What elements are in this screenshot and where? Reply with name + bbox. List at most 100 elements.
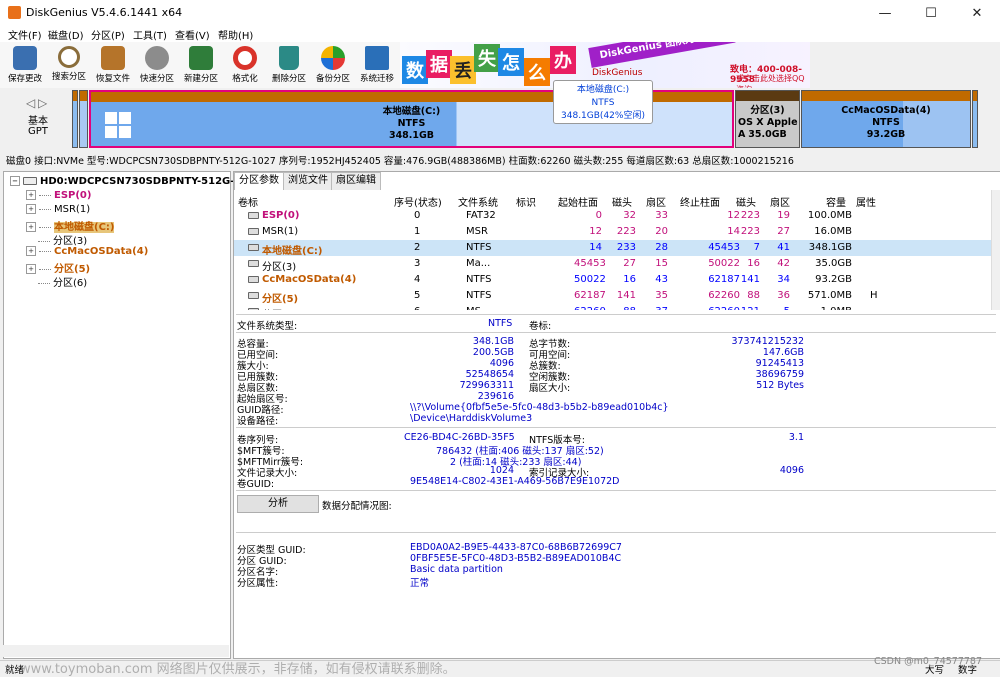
ntfs-version-value: 3.1 bbox=[788, 432, 804, 443]
expand-icon[interactable]: + bbox=[26, 222, 36, 232]
allocation-map-label: 数据分配情况图: bbox=[322, 501, 392, 512]
partition-icon bbox=[248, 260, 259, 267]
tree-item-6[interactable]: 分区(6) bbox=[38, 274, 87, 289]
analyze-button[interactable]: 分析 bbox=[237, 495, 319, 513]
col-capacity[interactable]: 容量 bbox=[826, 194, 846, 209]
prev-disk-icon[interactable]: ◁ bbox=[26, 96, 35, 110]
search-partition-button[interactable]: 搜索分区 bbox=[49, 44, 89, 86]
partition-block-4[interactable]: CcMacOSData(4) NTFS 93.2GB bbox=[801, 90, 971, 148]
table-cell: NTFS bbox=[466, 290, 492, 301]
banner-qq-link[interactable]: 或点击此处选择QQ咨询 bbox=[736, 73, 810, 88]
table-cell: 14 bbox=[589, 242, 602, 253]
menu-file[interactable]: 文件(F) bbox=[8, 27, 42, 42]
new-partition-button[interactable]: 新建分区 bbox=[181, 44, 221, 86]
partition-block-3[interactable]: 分区(3) OS X Apple A 35.0GB bbox=[735, 90, 800, 148]
partition-tooltip: 本地磁盘(C:) NTFS 348.1GB(42%空闲) bbox=[553, 80, 653, 124]
expand-icon[interactable]: + bbox=[26, 190, 36, 200]
next-disk-icon[interactable]: ▷ bbox=[38, 96, 47, 110]
tree-item-3[interactable]: 分区(3) bbox=[38, 232, 87, 247]
fs-type-value: NTFS bbox=[488, 318, 513, 329]
close-button[interactable]: ✕ bbox=[954, 0, 1000, 26]
system-migrate-button[interactable]: 系统迁移 bbox=[357, 44, 397, 86]
partition-name-value: Basic data partition bbox=[410, 564, 503, 575]
table-cell: 15 bbox=[655, 258, 668, 269]
expand-icon[interactable]: + bbox=[26, 246, 36, 256]
col-end-sector[interactable]: 扇区 bbox=[770, 194, 790, 209]
device-path-label: 设备路径: bbox=[237, 416, 279, 427]
format-button[interactable]: 格式化 bbox=[225, 44, 265, 86]
table-vertical-scrollbar[interactable] bbox=[991, 190, 1000, 310]
table-cell: ESP(0) bbox=[262, 210, 300, 221]
col-index[interactable]: 序号(状态) bbox=[394, 194, 442, 209]
menu-bar: 文件(F) 磁盘(D) 分区(P) 工具(T) 查看(V) 帮助(H) bbox=[0, 26, 1000, 42]
table-row[interactable]: CcMacOSData(4) 4 NTFS 50022 16 43 62187 141 34 93… bbox=[234, 272, 991, 288]
tab-browse-files[interactable]: 浏览文件 bbox=[283, 172, 333, 190]
index-size-value: 4096 bbox=[779, 465, 804, 476]
banner-char: 据 bbox=[426, 50, 452, 78]
table-cell: 41 bbox=[777, 242, 790, 253]
table-row[interactable]: MSR(1) 1 MSR 12 223 20 14 223 27 16.0MB bbox=[234, 224, 991, 240]
partition-block-5[interactable] bbox=[972, 90, 978, 148]
tree-horizontal-scrollbar[interactable] bbox=[3, 645, 229, 657]
tree-item-4[interactable]: + CcMacOSData(4) bbox=[26, 246, 148, 257]
toolbar: 保存更改 搜索分区 恢复文件 快速分区 新建分区 格式化 删除分区 备份分区 系… bbox=[0, 42, 400, 88]
total-clusters-value: 91245413 bbox=[755, 358, 804, 369]
col-fs[interactable]: 文件系统 bbox=[458, 194, 498, 209]
backup-partition-button[interactable]: 备份分区 bbox=[313, 44, 353, 86]
maximize-button[interactable]: ☐ bbox=[908, 0, 954, 26]
partition-4-fs: NTFS bbox=[872, 117, 900, 128]
tab-sector-edit[interactable]: 扇区编辑 bbox=[331, 172, 381, 190]
tree-item-esp[interactable]: + ESP(0) bbox=[26, 190, 91, 201]
table-row[interactable]: 分区(6)6MS...6226088376226012151.0MB bbox=[234, 304, 991, 310]
menu-view[interactable]: 查看(V) bbox=[175, 27, 210, 42]
tree-item-msr[interactable]: + MSR(1) bbox=[26, 204, 90, 215]
banner-char: 办 bbox=[550, 46, 576, 74]
collapse-icon[interactable]: − bbox=[10, 176, 20, 186]
expand-icon[interactable]: + bbox=[26, 264, 36, 274]
device-path-value: \Device\HarddiskVolume3 bbox=[410, 413, 533, 424]
tree-item-5[interactable]: + 分区(5) bbox=[26, 260, 90, 275]
tree-item-c[interactable]: + 本地磁盘(C:) bbox=[26, 218, 115, 233]
col-volume[interactable]: 卷标 bbox=[238, 194, 258, 209]
table-cell: 3 bbox=[414, 258, 421, 269]
delete-partition-button[interactable]: 删除分区 bbox=[269, 44, 309, 86]
table-cell: 62260 bbox=[708, 290, 740, 301]
details-panel: 分区参数 浏览文件 扇区编辑 卷标 序号(状态) 文件系统 标识 起始柱面 磁头… bbox=[233, 171, 1000, 659]
partition-4-name: CcMacOSData(4) bbox=[841, 105, 931, 116]
csdn-watermark: CSDN @m0_74577787 bbox=[874, 656, 983, 667]
table-cell: 35 bbox=[655, 290, 668, 301]
table-cell: 16.0MB bbox=[814, 226, 852, 237]
table-row[interactable]: 分区(3) 3 Ma... 45453 27 15 50022 16 42 35.0GB bbox=[234, 256, 991, 273]
col-head[interactable]: 磁头 bbox=[612, 194, 632, 209]
menu-disk[interactable]: 磁盘(D) bbox=[48, 27, 84, 42]
col-sector[interactable]: 扇区 bbox=[646, 194, 666, 209]
col-end-head[interactable]: 磁头 bbox=[736, 194, 756, 209]
partition-block-esp[interactable] bbox=[72, 90, 78, 148]
table-cell: 37 bbox=[646, 306, 668, 310]
banner-char: 数 bbox=[402, 56, 428, 84]
menu-help[interactable]: 帮助(H) bbox=[218, 27, 253, 42]
save-changes-button[interactable]: 保存更改 bbox=[5, 44, 45, 86]
col-start-cyl[interactable]: 起始柱面 bbox=[558, 194, 598, 209]
guid-path-value: \\?\Volume{0fbf5e5e-5fc0-48d3-b5b2-b89ea… bbox=[410, 402, 669, 413]
minimize-button[interactable]: — bbox=[862, 0, 908, 26]
table-cell: 1 bbox=[414, 226, 421, 237]
fs-type-label: 文件系统类型: bbox=[237, 321, 298, 332]
recover-files-button[interactable]: 恢复文件 bbox=[93, 44, 133, 86]
tab-partition-params[interactable]: 分区参数 bbox=[234, 172, 284, 190]
col-id[interactable]: 标识 bbox=[516, 194, 536, 209]
tooltip-fs: NTFS bbox=[591, 98, 615, 108]
table-row[interactable]: 分区(5) 5 NTFS 62187 141 35 62260 88 36 571.0MB H bbox=[234, 288, 991, 305]
table-row[interactable]: 本地磁盘(C:) 2 NTFS 14 233 28 45453 7 41 348.1GB bbox=[234, 240, 991, 257]
table-cell: MS... bbox=[466, 306, 491, 310]
menu-partition[interactable]: 分区(P) bbox=[91, 27, 125, 42]
table-cell: 5 bbox=[770, 306, 790, 310]
col-end-cyl[interactable]: 终止柱面 bbox=[680, 194, 720, 209]
menu-tools[interactable]: 工具(T) bbox=[133, 27, 167, 42]
table-row[interactable]: ESP(0) 0 FAT32 0 32 33 12 223 19 100.0MB bbox=[234, 208, 991, 224]
tree-disk-root[interactable]: − HD0:WDCPCSN730SDBPNTY-512G-10 bbox=[10, 176, 248, 187]
expand-icon[interactable]: + bbox=[26, 204, 36, 214]
partition-block-msr[interactable] bbox=[79, 90, 88, 148]
col-attr[interactable]: 属性 bbox=[856, 194, 876, 209]
quick-partition-button[interactable]: 快速分区 bbox=[137, 44, 177, 86]
